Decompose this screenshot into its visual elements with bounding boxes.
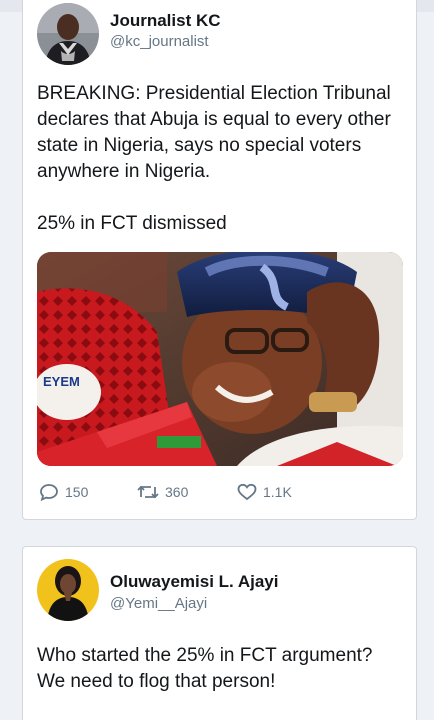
- author-name[interactable]: Oluwayemisi L. Ajayi: [110, 572, 279, 592]
- author-handle[interactable]: @Yemi__Ajayi: [110, 595, 207, 612]
- like-count: 1.1K: [263, 484, 292, 500]
- tweet-text-secondary: 25% in FCT dismissed: [37, 213, 227, 234]
- svg-text:EYEM: EYEM: [43, 374, 80, 389]
- like-icon: [237, 483, 257, 501]
- tweet-card[interactable]: Journalist KC @kc_journalist BREAKING: P…: [22, 0, 417, 520]
- reply-icon: [39, 483, 59, 501]
- tweet-text: BREAKING: Presidential Election Tribunal…: [37, 83, 391, 182]
- tweet-card[interactable]: Oluwayemisi L. Ajayi @Yemi__Ajayi Who st…: [22, 546, 417, 720]
- avatar-photo: [37, 3, 99, 65]
- avatar-photo: [37, 559, 99, 621]
- tweet-media-image[interactable]: EYEM: [37, 252, 403, 466]
- reply-button[interactable]: 150: [39, 481, 88, 503]
- like-button[interactable]: 1.1K: [237, 481, 292, 503]
- retweet-count: 360: [165, 484, 189, 500]
- retweet-icon: [137, 483, 159, 501]
- avatar[interactable]: [37, 559, 99, 621]
- retweet-button[interactable]: 360: [137, 481, 188, 503]
- tweet-text: Who started the 25% in FCT argument? We …: [37, 645, 373, 692]
- tweet-actions: 150 360 1.1K: [37, 481, 397, 503]
- author-name[interactable]: Journalist KC: [110, 11, 221, 31]
- avatar[interactable]: [37, 3, 99, 65]
- author-handle[interactable]: @kc_journalist: [110, 33, 209, 50]
- reply-count: 150: [65, 484, 89, 500]
